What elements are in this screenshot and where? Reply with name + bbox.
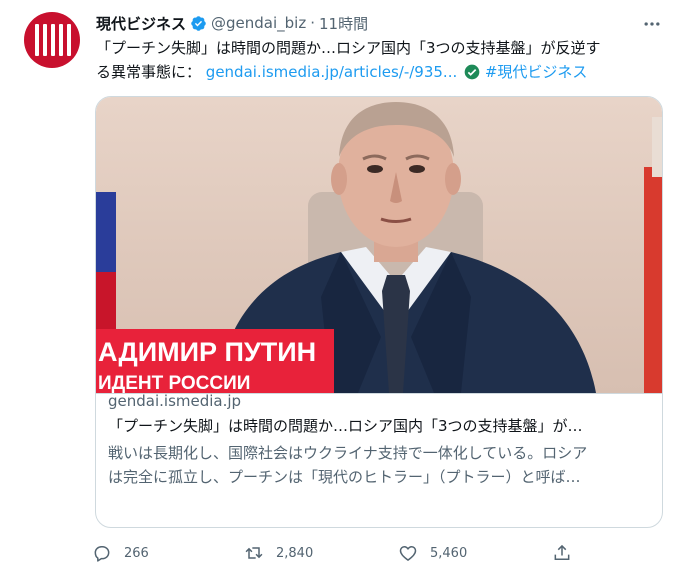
avatar[interactable] xyxy=(24,12,80,68)
logo-stripe xyxy=(59,24,63,56)
tweet-header: 現代ビジネス @gendai_biz · 11時間 xyxy=(96,11,368,35)
like-count: 5,460 xyxy=(430,545,468,561)
share-button[interactable] xyxy=(552,538,584,568)
article-link[interactable]: gendai.ismedia.jp/articles/-/935... xyxy=(206,63,457,81)
share-icon xyxy=(554,544,570,560)
logo-stripe xyxy=(35,24,39,56)
like-button[interactable]: 5,460 xyxy=(398,538,467,568)
retweet-button[interactable]: 2,840 xyxy=(244,538,313,568)
card-description-line: は完全に孤立し、プーチンは「現代のヒトラー」（プトラー）と呼ば… xyxy=(108,468,581,486)
link-card[interactable]: АДИМИР ПУТИН ИДЕНТ РОССИИ gendai.ismedia… xyxy=(95,96,663,528)
article-photo: АДИМИР ПУТИН ИДЕНТ РОССИИ xyxy=(96,102,662,393)
card-description-line: 戦いは長期化し、国際社会はウクライナ支持で一体化している。ロシア xyxy=(108,444,588,462)
card-image[interactable]: АДИМИР ПУТИН ИДЕНТ РОССИИ xyxy=(96,97,662,393)
card-domain: gendai.ismedia.jp xyxy=(108,392,242,410)
reply-icon xyxy=(94,546,110,562)
like-icon xyxy=(399,546,417,561)
retweet-count: 2,840 xyxy=(276,545,314,561)
logo-stripe xyxy=(67,24,71,56)
reply-button[interactable]: 266 xyxy=(92,538,149,568)
tweet-text-line: 「プーチン失脚」は時間の問題か…ロシア国内「3つの支持基盤」が反逆す xyxy=(96,39,601,57)
display-name[interactable]: 現代ビジネス xyxy=(96,13,186,34)
tweet-text-line: る異常事態に： gendai.ismedia.jp/articles/-/935… xyxy=(96,60,671,84)
separator: · xyxy=(310,14,315,32)
tweet-text-segment: る異常事態に： xyxy=(96,63,202,81)
card-title: 「プーチン失脚」は時間の問題か…ロシア国内「3つの支持基盤」が… xyxy=(108,417,583,435)
card-description: 戦いは長期化し、国際社会はウクライナ支持で一体化している。ロシア は完全に孤立し… xyxy=(108,441,653,489)
reply-count: 266 xyxy=(124,545,149,561)
retweet-icon xyxy=(245,547,263,559)
photo-caption-line: ИДЕНТ РОССИИ xyxy=(98,373,250,393)
action-bar: 266 2,840 5,460 xyxy=(92,538,682,568)
photo-caption-line: АДИМИР ПУТИН xyxy=(98,337,316,367)
tweet-text: 「プーチン失脚」は時間の問題か…ロシア国内「3つの支持基盤」が反逆す る異常事態… xyxy=(96,36,671,84)
verified-badge-icon xyxy=(191,15,206,31)
more-icon xyxy=(644,22,660,26)
timestamp[interactable]: 11時間 xyxy=(319,13,368,34)
check-circle-icon xyxy=(464,64,480,80)
logo-stripe xyxy=(43,24,47,56)
handle[interactable]: @gendai_biz xyxy=(211,14,306,32)
logo-stripe xyxy=(51,24,55,56)
tweet[interactable]: 現代ビジネス @gendai_biz · 11時間 「プーチン失脚」は時間の問題… xyxy=(0,0,697,573)
hashtag-link[interactable]: #現代ビジネス xyxy=(485,63,588,81)
